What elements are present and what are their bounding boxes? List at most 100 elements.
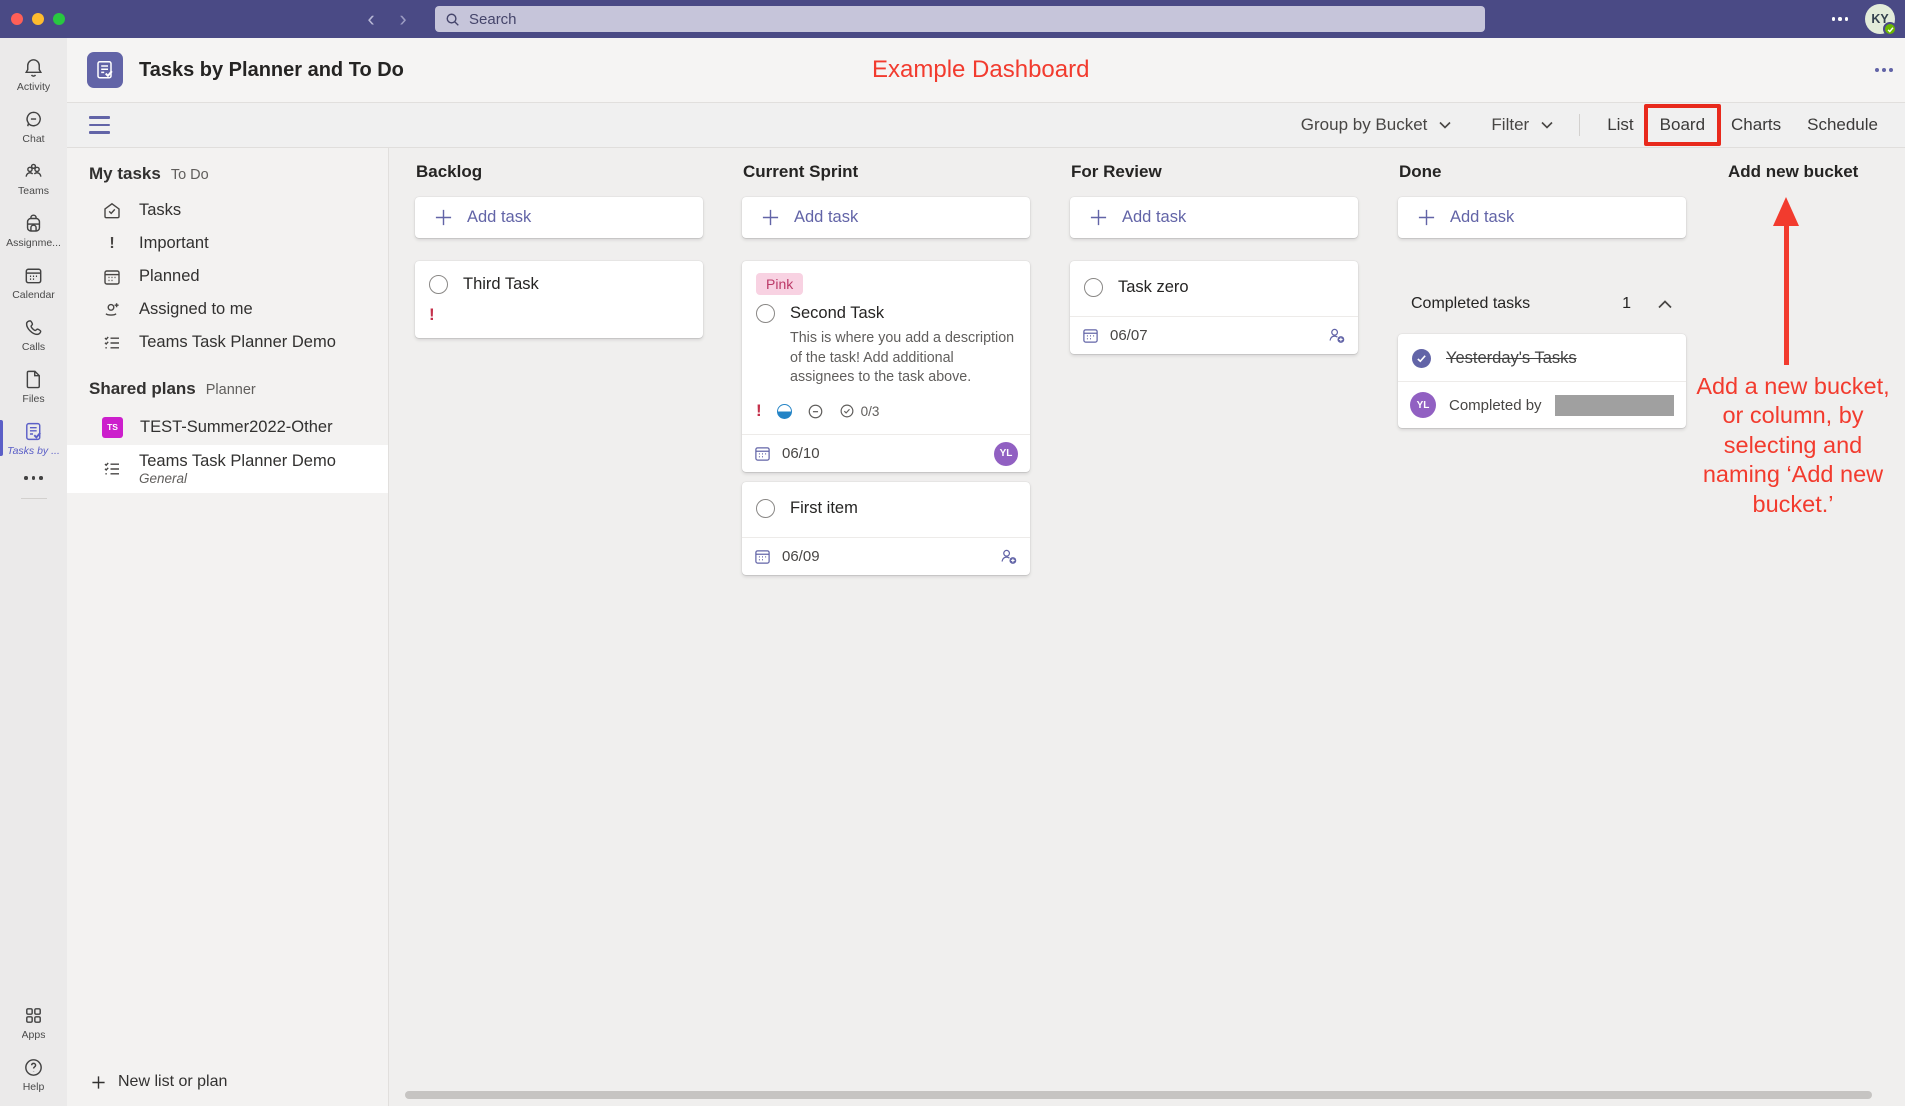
due-date: 06/09 <box>782 548 820 565</box>
rail-item-help[interactable]: Help <box>0 1048 67 1100</box>
avatar[interactable]: KY <box>1865 4 1895 34</box>
tab-board[interactable]: Board <box>1647 109 1718 141</box>
tab-schedule[interactable]: Schedule <box>1794 109 1891 141</box>
add-task-button[interactable]: Add task <box>1398 197 1686 238</box>
sidebar-item-teams-task-planner-demo-general[interactable]: Teams Task Planner Demo General <box>67 445 388 493</box>
plus-icon <box>91 1075 106 1090</box>
bucket-column-backlog: Backlog Add task Third Task <box>415 148 703 338</box>
home-check-icon <box>102 201 122 221</box>
my-tasks-section-header: My tasks To Do <box>67 148 388 194</box>
new-list-or-plan-button[interactable]: New list or plan <box>67 1073 388 1106</box>
search-bar[interactable] <box>435 6 1485 32</box>
rail-item-tasks-by-planner[interactable]: Tasks by ... <box>0 412 67 464</box>
plus-icon <box>1089 208 1108 227</box>
completed-tasks-count: 1 <box>1622 295 1631 313</box>
kanban-board: Backlog Add task Third Task Current Spri… <box>389 148 1905 1106</box>
assignee-avatar[interactable]: YL <box>1410 392 1436 418</box>
chat-icon <box>22 108 45 131</box>
chevron-down-icon <box>1439 121 1451 129</box>
task-card-first-item[interactable]: First item 06/09 <box>742 482 1030 575</box>
add-task-button[interactable]: Add task <box>1070 197 1358 238</box>
plus-icon <box>434 208 453 227</box>
toggle-sidebar-button[interactable] <box>89 116 110 133</box>
chevron-up-icon <box>1658 300 1672 309</box>
add-task-button[interactable]: Add task <box>415 197 703 238</box>
more-options-button[interactable] <box>1832 17 1849 21</box>
close-window-button[interactable] <box>11 13 23 25</box>
rail-item-apps[interactable]: Apps <box>0 996 67 1048</box>
label-pink: Pink <box>756 273 803 295</box>
assign-person-icon[interactable] <box>999 547 1018 566</box>
rail-item-teams[interactable]: Teams <box>0 152 67 204</box>
zoom-window-button[interactable] <box>53 13 65 25</box>
tab-board-label: Board <box>1660 115 1705 134</box>
rail-item-assignments[interactable]: Assignme... <box>0 204 67 256</box>
task-title: Task zero <box>1118 278 1189 297</box>
task-title: Second Task <box>790 304 884 323</box>
assignee-avatar[interactable]: YL <box>994 442 1018 466</box>
minimize-window-button[interactable] <box>32 13 44 25</box>
sidebar-item-assigned-to-me[interactable]: Assigned to me <box>67 293 388 326</box>
tab-list[interactable]: List <box>1594 109 1646 141</box>
teams-window: ‹ › KY Activity Chat Teams Assi <box>0 0 1905 1106</box>
filter-dropdown[interactable]: Filter <box>1491 115 1553 135</box>
task-card-yesterdays-tasks[interactable]: Yesterday's Tasks YL Completed by <box>1398 334 1686 428</box>
rail-item-calendar[interactable]: Calendar <box>0 256 67 308</box>
completed-tasks-toggle[interactable]: Completed tasks 1 <box>1398 295 1686 313</box>
plus-icon <box>761 208 780 227</box>
exclamation-icon: ! <box>102 235 122 253</box>
sidebar-item-teams-task-planner-demo[interactable]: Teams Task Planner Demo <box>67 326 388 359</box>
tab-charts[interactable]: Charts <box>1718 109 1794 141</box>
bucket-title[interactable]: Done <box>1399 162 1686 184</box>
add-new-bucket-button[interactable]: Add new bucket <box>1728 162 1905 184</box>
priority-important-icon <box>756 401 762 421</box>
rail-item-activity[interactable]: Activity <box>0 48 67 100</box>
bucket-title[interactable]: Backlog <box>416 162 703 184</box>
sidebar-item-label: Tasks <box>139 201 181 220</box>
horizontal-scrollbar[interactable] <box>405 1091 1872 1099</box>
search-icon <box>445 12 460 27</box>
complete-task-circle[interactable] <box>1084 278 1103 297</box>
sidebar-item-test-summer2022-other[interactable]: TS TEST-Summer2022-Other <box>67 409 388 445</box>
header-more-button[interactable] <box>1875 68 1893 72</box>
chevron-down-icon <box>1541 121 1553 129</box>
bucket-column-done: Done Add task Completed tasks 1 Yesterda… <box>1398 148 1686 428</box>
person-add-icon <box>102 300 122 320</box>
assign-person-icon[interactable] <box>1327 326 1346 345</box>
toolbar-divider <box>1579 114 1580 136</box>
redacted-name-bar <box>1555 395 1674 416</box>
complete-task-circle[interactable] <box>756 499 775 518</box>
task-card-task-zero[interactable]: Task zero 06/07 <box>1070 261 1358 354</box>
group-by-dropdown[interactable]: Group by Bucket <box>1301 115 1452 135</box>
rail-item-calls[interactable]: Calls <box>0 308 67 360</box>
tasks-icon <box>22 420 45 443</box>
back-button[interactable]: ‹ <box>358 4 384 34</box>
completed-check-icon[interactable] <box>1412 349 1431 368</box>
task-card-second-task[interactable]: Pink Second Task This is where you add a… <box>742 261 1030 472</box>
sidebar-item-planned[interactable]: Planned <box>67 260 388 293</box>
due-date-icon <box>754 445 771 462</box>
status-available-icon <box>1883 22 1897 36</box>
rail-item-files[interactable]: Files <box>0 360 67 412</box>
add-task-button[interactable]: Add task <box>742 197 1030 238</box>
bucket-title[interactable]: For Review <box>1071 162 1358 184</box>
rail-item-label: Calls <box>22 341 45 353</box>
forward-button[interactable]: › <box>390 4 416 34</box>
window-controls <box>11 13 65 25</box>
bucket-title[interactable]: Current Sprint <box>743 162 1030 184</box>
complete-task-circle[interactable] <box>429 275 448 294</box>
section-title: Shared plans <box>89 379 196 399</box>
more-apps-button[interactable] <box>24 464 43 492</box>
help-icon <box>22 1056 45 1079</box>
rail-item-chat[interactable]: Chat <box>0 100 67 152</box>
annotation-dashboard-title: Example Dashboard <box>872 56 1089 84</box>
sidebar-item-important[interactable]: ! Important <box>67 227 388 260</box>
sidebar-item-sublabel: General <box>139 471 336 487</box>
apps-grid-icon <box>22 1004 45 1027</box>
sidebar-item-tasks[interactable]: Tasks <box>67 194 388 227</box>
task-card-third-task[interactable]: Third Task <box>415 261 703 338</box>
complete-task-circle[interactable] <box>756 304 775 323</box>
search-input[interactable] <box>467 10 1403 29</box>
due-date-icon <box>754 548 771 565</box>
completed-tasks-label: Completed tasks <box>1411 295 1530 313</box>
